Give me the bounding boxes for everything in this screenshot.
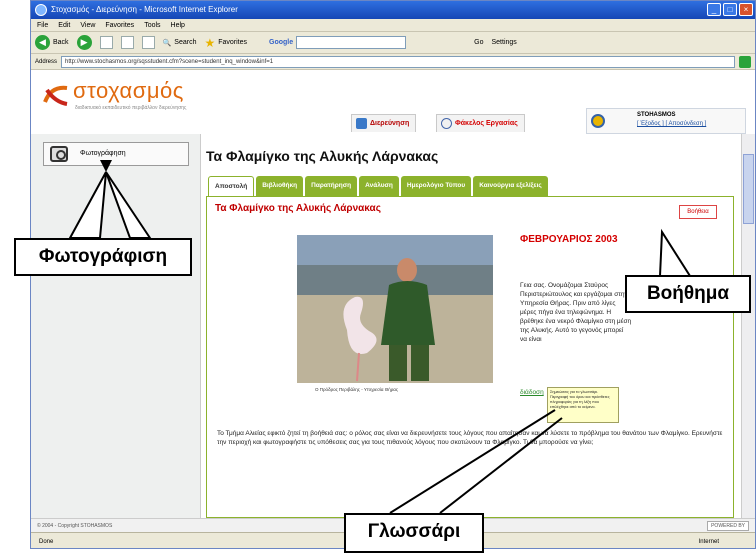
forward-button[interactable]: ▶ <box>76 35 92 50</box>
vertical-scrollbar[interactable] <box>741 134 755 518</box>
home-icon[interactable] <box>141 36 155 49</box>
address-label: Address <box>35 58 58 65</box>
tab-inquiry[interactable]: Διερεύνηση <box>351 114 417 132</box>
settings-button[interactable]: Settings <box>492 39 517 46</box>
status-text: Done <box>39 539 54 545</box>
copyright-text: © 2004 - Copyright STOHASMOS <box>37 523 113 529</box>
site-logo: στοχασμός <box>73 78 184 103</box>
user-badge-icon <box>591 114 605 128</box>
flamingo-photo <box>297 235 493 383</box>
menu-view[interactable]: View <box>80 19 95 31</box>
content-panel: Τα Φλαμίγκο της Αλυκής Λάρνακας Βοήθεια … <box>206 196 734 518</box>
callout-help: Βοήθημα <box>625 275 751 313</box>
close-button[interactable]: × <box>739 3 753 16</box>
maximize-button[interactable]: □ <box>723 3 737 16</box>
photo-caption: Ο Πρόδρος Περιβάλης - Υπηρεσία Θήρας <box>315 387 399 392</box>
google-search-input[interactable] <box>296 36 407 49</box>
sidebar-item-photography[interactable]: Φωτογράφηση <box>43 142 189 166</box>
tab-library[interactable]: Βιβλιοθήκη <box>256 176 304 196</box>
site-header: στοχασμός διαδικτυακό εκπαιδευτικό περιβ… <box>31 70 755 134</box>
sidebar: Φωτογράφηση <box>31 134 201 518</box>
go-arrow-icon[interactable] <box>739 55 751 68</box>
sidebar-item-label: Φωτογράφηση <box>80 150 126 157</box>
user-box: STOHASMOS [ Έξοδος ] [ Αποσύνδεση ] <box>586 108 746 134</box>
ie-icon <box>35 4 47 16</box>
help-button[interactable]: Βοήθεια <box>679 205 717 219</box>
google-toolbar: Google <box>269 36 407 49</box>
toolbar: ◀ Back ▶ 🔍 Search ★ Favorites Google Go … <box>31 32 755 54</box>
section-title: Τα Φλαμίγκο της Αλυκής Λάρνακας <box>215 203 381 214</box>
site-tagline: διαδικτυακό εκπαιδευτικό περιβάλλον διερ… <box>75 105 187 111</box>
inquiry-icon <box>356 118 367 129</box>
menu-bar: File Edit View Favorites Tools Help <box>31 19 755 32</box>
portfolio-icon <box>441 118 452 129</box>
stop-icon[interactable] <box>99 36 113 49</box>
tab-observation[interactable]: Παρατήρηση <box>305 176 358 196</box>
tab-press-diary[interactable]: Ημερολόγιο Τύπου <box>400 176 472 196</box>
search-icon: 🔍 <box>162 39 172 47</box>
menu-favorites[interactable]: Favorites <box>105 19 134 31</box>
window-title: Στοχασμός - Διερεύνηση - Microsoft Inter… <box>51 5 238 14</box>
logo-swirl-icon <box>43 85 68 106</box>
callout-glossary: Γλωσσάρι <box>344 513 484 553</box>
search-button[interactable]: 🔍 Search <box>163 39 197 47</box>
address-input[interactable]: http://www.stochasmos.org/sqsstudent.cfm… <box>61 55 735 68</box>
tab-portfolio[interactable]: Φάκελος Εργασίας <box>436 114 525 132</box>
menu-help[interactable]: Help <box>171 19 185 31</box>
glossary-link[interactable]: διάδοση <box>520 389 544 396</box>
callout-photography: Φωτογράφιση <box>14 238 192 276</box>
tab-news[interactable]: Καινούργια εξελίξεις <box>473 176 548 196</box>
main-content: Τα Φλαμίγκο της Αλυκής Λάρνακας Αποστολή… <box>202 134 742 518</box>
menu-edit[interactable]: Edit <box>58 19 70 31</box>
go-button[interactable]: Go <box>474 39 483 46</box>
internet-zone: Internet <box>698 539 719 545</box>
scrollbar-thumb[interactable] <box>743 154 754 224</box>
title-bar: Στοχασμός - Διερεύνηση - Microsoft Inter… <box>31 1 755 19</box>
back-button[interactable]: ◀ Back <box>35 35 69 50</box>
glossary-tooltip: Σημειώσεις για το γλωσσάρι. Περιγραφή το… <box>547 387 619 423</box>
minimize-button[interactable]: _ <box>707 3 721 16</box>
content-tabs: Αποστολή Βιβλιοθήκη Παρατήρηση Ανάλυση Η… <box>208 176 548 196</box>
camera-icon <box>50 146 68 162</box>
favorites-button[interactable]: ★ Favorites <box>204 36 247 50</box>
address-bar: Address http://www.stochasmos.org/sqsstu… <box>31 54 755 70</box>
tab-analysis[interactable]: Ανάλυση <box>359 176 399 196</box>
menu-tools[interactable]: Tools <box>144 19 160 31</box>
month-heading: ΦΕΒΡΟΥΑΡΙΟΣ 2003 <box>520 234 618 245</box>
powered-by-badge[interactable]: POWERED BY <box>707 521 749 531</box>
back-arrow-icon: ◀ <box>35 35 50 50</box>
mission-text: Το Τμήμα Αλιείας εφικτό ζητεί τη βοήθειά… <box>217 430 723 446</box>
story-text: Γεια σας. Ονομάζομαι Σταύρος Περιστεριώτ… <box>520 282 632 343</box>
user-links[interactable]: [ Έξοδος ] [ Αποσύνδεση ] <box>637 121 706 127</box>
page-title: Τα Φλαμίγκο της Αλυκής Λάρνακας <box>206 148 439 164</box>
menu-file[interactable]: File <box>37 19 48 31</box>
refresh-icon[interactable] <box>120 36 134 49</box>
user-name: STOHASMOS <box>637 112 676 118</box>
google-logo: Google <box>269 39 294 46</box>
star-icon: ★ <box>204 35 216 50</box>
tab-mission[interactable]: Αποστολή <box>208 176 255 196</box>
